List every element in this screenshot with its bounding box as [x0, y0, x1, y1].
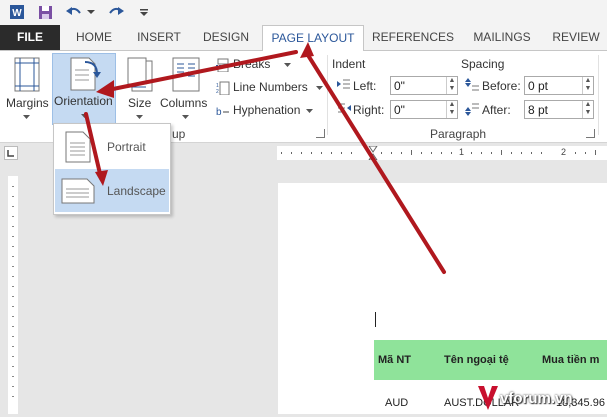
tab-home[interactable]: HOME	[66, 25, 122, 50]
spacing-before-label: Before:	[482, 79, 521, 93]
spinner-icon[interactable]: ▲ ▼	[446, 101, 457, 118]
hyphenation-label: Hyphenation	[233, 103, 301, 117]
spacing-title: Spacing	[461, 57, 505, 71]
chevron-down-icon	[23, 115, 30, 119]
table-header-cell: Mua tiền m	[542, 354, 600, 366]
portrait-label: Portrait	[107, 140, 146, 154]
hyphenation-icon: b	[216, 107, 229, 118]
chevron-down-icon	[306, 109, 313, 113]
redo-icon[interactable]	[106, 3, 126, 21]
indent-left-icon	[337, 79, 350, 89]
orientation-menu: Portrait Landscape	[53, 123, 171, 215]
margins-icon	[14, 57, 40, 92]
indent-right-value: 0"	[394, 103, 405, 117]
chevron-down-icon	[136, 115, 143, 119]
watermark-text: vforum.vn	[500, 390, 573, 407]
columns-icon	[172, 57, 200, 92]
horizontal-ruler[interactable]: 1 2	[277, 146, 607, 160]
ruler-mark-2: 2	[561, 147, 567, 157]
tab-references[interactable]: REFERENCES	[370, 25, 456, 50]
landscape-icon	[61, 178, 95, 204]
table-header-cell: Tên ngoại tệ	[444, 354, 509, 366]
quick-access-toolbar: W	[0, 0, 607, 25]
margins-button[interactable]: Margins	[6, 55, 50, 125]
indent-right-input[interactable]: 0" ▲ ▼	[390, 100, 458, 119]
line-numbers-button[interactable]: 12 Line Numbers	[214, 79, 326, 97]
paragraph-launcher-icon[interactable]	[586, 129, 595, 138]
table-cell: AUD	[385, 397, 409, 409]
indent-left-value: 0"	[394, 79, 405, 93]
breaks-button[interactable]: Breaks	[214, 56, 324, 74]
table-header-row: Mã NT Tên ngoại tệ Mua tiền m	[374, 340, 607, 380]
tab-insert[interactable]: INSERT	[130, 25, 188, 50]
ribbon-tabs: FILE HOME INSERT DESIGN PAGE LAYOUT REFE…	[0, 25, 607, 52]
tab-design[interactable]: DESIGN	[196, 25, 256, 50]
orientation-button[interactable]: Orientation	[52, 53, 116, 125]
size-icon	[127, 57, 153, 92]
spacing-after-label: After:	[482, 103, 511, 117]
chevron-down-icon	[182, 115, 189, 119]
breaks-icon	[216, 58, 230, 72]
indent-right-icon	[338, 103, 351, 113]
spacing-after-input[interactable]: 8 pt ▲ ▼	[524, 100, 594, 119]
page-setup-launcher-icon[interactable]	[316, 129, 325, 138]
spinner-icon[interactable]: ▲ ▼	[582, 101, 593, 118]
svg-text:2: 2	[216, 89, 219, 95]
spacing-before-icon	[465, 78, 479, 91]
size-button[interactable]: Size	[122, 55, 156, 125]
chevron-down-icon	[81, 114, 88, 118]
columns-button[interactable]: Columns	[160, 55, 210, 125]
group-divider	[598, 55, 599, 135]
chevron-down-icon	[284, 63, 291, 67]
table-header-cell: Mã NT	[378, 354, 411, 366]
watermark: vforum.vn	[476, 384, 607, 414]
vertical-ruler[interactable]	[8, 176, 18, 414]
orientation-portrait-item[interactable]: Portrait	[55, 125, 169, 168]
orientation-label: Orientation	[54, 94, 113, 108]
tab-mailings[interactable]: MAILINGS	[466, 25, 538, 50]
indent-left-label: Left:	[353, 79, 377, 93]
size-label: Size	[128, 96, 152, 110]
tab-review[interactable]: REVIEW	[548, 25, 604, 50]
breaks-label: Breaks	[233, 57, 271, 71]
page-setup-group-label: up	[172, 127, 186, 141]
hyphenation-button[interactable]: b Hyphenation	[214, 102, 326, 120]
orientation-landscape-item[interactable]: Landscape	[55, 169, 169, 212]
tab-file[interactable]: FILE	[0, 25, 60, 50]
chevron-down-icon	[316, 86, 323, 90]
tab-selector[interactable]	[4, 146, 18, 160]
vforum-logo-icon	[478, 386, 498, 410]
orientation-icon	[70, 57, 101, 91]
landscape-label: Landscape	[107, 184, 166, 198]
spinner-icon[interactable]: ▲ ▼	[446, 77, 457, 94]
indent-left-input[interactable]: 0" ▲ ▼	[390, 76, 458, 95]
columns-label: Columns	[160, 96, 208, 110]
save-icon[interactable]	[36, 3, 54, 21]
ruler-mark-1: 1	[459, 147, 465, 157]
spacing-before-input[interactable]: 0 pt ▲ ▼	[524, 76, 594, 95]
word-icon: W	[8, 3, 26, 21]
svg-text:W: W	[12, 8, 22, 19]
spacing-after-icon	[465, 103, 479, 116]
tab-page-layout[interactable]: PAGE LAYOUT	[262, 25, 364, 52]
spinner-icon[interactable]: ▲ ▼	[582, 77, 593, 94]
paragraph-group-label: Paragraph	[430, 127, 487, 141]
spacing-before-value: 0 pt	[528, 79, 549, 93]
margins-label: Margins	[6, 96, 49, 110]
indent-title: Indent	[332, 57, 366, 71]
group-divider	[327, 55, 328, 135]
undo-dropdown-icon[interactable]	[86, 3, 96, 21]
line-numbers-icon: 12	[216, 81, 230, 95]
svg-text:b: b	[216, 107, 222, 118]
portrait-icon	[65, 131, 91, 163]
undo-icon[interactable]	[64, 3, 84, 21]
line-numbers-label: Line Numbers	[233, 80, 308, 94]
spacing-after-value: 8 pt	[528, 103, 549, 117]
indent-right-label: Right:	[353, 103, 385, 117]
text-cursor	[375, 312, 376, 327]
customize-icon[interactable]	[138, 3, 150, 21]
